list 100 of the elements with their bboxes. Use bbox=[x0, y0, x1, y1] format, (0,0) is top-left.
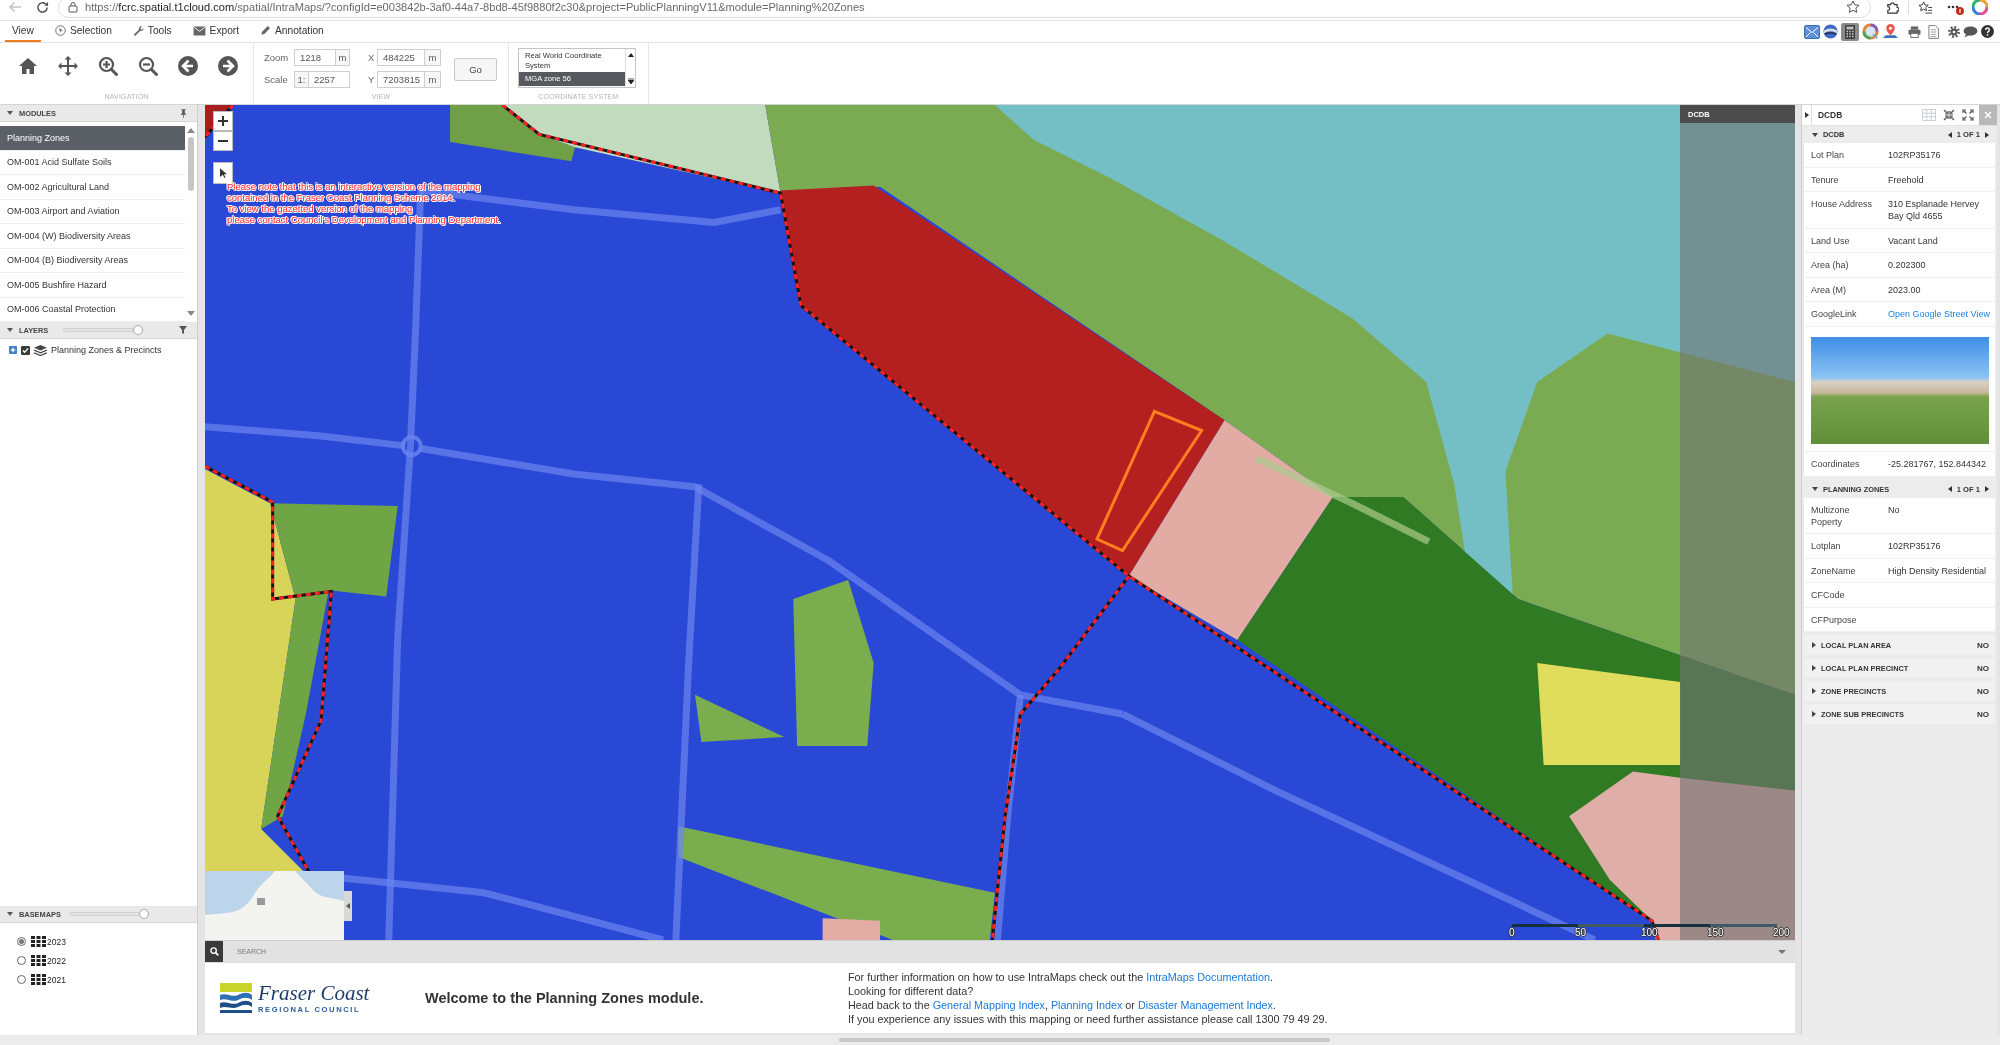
field-name: CFPurpose bbox=[1811, 614, 1857, 625]
move-icon[interactable] bbox=[58, 56, 78, 76]
caret-down-icon[interactable] bbox=[7, 328, 13, 332]
shrink-icon[interactable] bbox=[1943, 109, 1955, 121]
section-value: NO bbox=[1977, 686, 1989, 696]
module-item[interactable]: OM-004 (B) Biodiversity Areas bbox=[0, 248, 185, 273]
lock-icon[interactable] bbox=[68, 1, 78, 13]
opacity-slider[interactable] bbox=[63, 325, 143, 335]
caret-left-icon[interactable] bbox=[1947, 486, 1952, 492]
help-icon[interactable] bbox=[1981, 25, 1994, 38]
puzzle-icon[interactable] bbox=[1886, 0, 1899, 14]
favorites-icon[interactable] bbox=[1918, 0, 1933, 14]
caret-left-icon[interactable] bbox=[1947, 131, 1952, 138]
collapse-button[interactable] bbox=[344, 890, 352, 921]
scale-prefix: 1: bbox=[294, 71, 308, 88]
basemap-label[interactable]: 2022 bbox=[47, 955, 66, 966]
zoom-in-button[interactable] bbox=[213, 111, 233, 131]
radio-button[interactable] bbox=[17, 975, 26, 984]
opacity-slider[interactable] bbox=[69, 909, 149, 919]
menu-tab[interactable]: Tools bbox=[125, 21, 179, 42]
scroll-up-icon[interactable] bbox=[627, 53, 634, 57]
checkbox[interactable] bbox=[21, 345, 30, 355]
star-icon[interactable] bbox=[1846, 0, 1860, 14]
field-value: 0.202300 bbox=[1888, 260, 1926, 270]
settings-icon[interactable] bbox=[1948, 25, 1960, 38]
expand-icon[interactable] bbox=[9, 346, 17, 354]
info-text: Head back to the General Mapping Index, Planning Index or Disaster Management Index. bbox=[848, 999, 1276, 1012]
info-link[interactable]: General Mapping Index bbox=[932, 999, 1045, 1012]
module-item[interactable]: OM-004 (W) Biodiversity Areas bbox=[0, 224, 185, 249]
pin-icon[interactable] bbox=[180, 108, 187, 118]
info-text: Looking for different data? bbox=[848, 984, 974, 997]
caret-right-icon[interactable] bbox=[1985, 486, 1989, 492]
caret-down-icon[interactable] bbox=[7, 111, 13, 115]
zoom-out-button[interactable] bbox=[213, 131, 233, 151]
field-name: Land Use bbox=[1811, 235, 1850, 246]
more-icon[interactable] bbox=[1947, 5, 1959, 9]
menu-tab[interactable]: Export bbox=[185, 21, 247, 42]
slider-thumb[interactable] bbox=[139, 909, 149, 919]
zoom-out-icon[interactable] bbox=[138, 56, 158, 76]
field-name: House Address bbox=[1811, 199, 1873, 209]
x-input[interactable]: 484225 bbox=[377, 49, 425, 66]
grid-icon bbox=[31, 936, 46, 947]
swirl-icon[interactable] bbox=[1972, 0, 1988, 15]
home-icon[interactable] bbox=[18, 56, 38, 76]
back-icon[interactable] bbox=[178, 56, 198, 76]
logo-icon bbox=[220, 983, 252, 1013]
caret-right-icon[interactable] bbox=[1804, 112, 1809, 118]
document-icon[interactable] bbox=[1928, 24, 1939, 39]
field-name: Area (ha) bbox=[1811, 260, 1849, 270]
search-icon[interactable] bbox=[205, 941, 223, 962]
basemap-label[interactable]: 2021 bbox=[47, 974, 66, 985]
scale-label: 50 bbox=[1575, 927, 1587, 939]
print-icon[interactable] bbox=[1908, 25, 1921, 38]
mail-icon[interactable] bbox=[1804, 23, 1820, 40]
layer-label[interactable]: Planning Zones & Precincts bbox=[51, 345, 162, 355]
module-item[interactable]: OM-002 Agricultural Land bbox=[0, 175, 185, 200]
reload-icon[interactable] bbox=[36, 0, 49, 14]
notification-dot-icon bbox=[1956, 6, 1964, 15]
scroll-down-icon[interactable] bbox=[627, 78, 634, 84]
go-button[interactable]: Go bbox=[454, 58, 497, 81]
scrollbar-thumb[interactable] bbox=[188, 137, 194, 191]
filter-icon[interactable] bbox=[179, 326, 187, 334]
scale-input[interactable]: 2257 bbox=[308, 71, 350, 88]
module-item[interactable]: OM-003 Airport and Aviation bbox=[0, 199, 185, 224]
calculator-icon[interactable] bbox=[1841, 22, 1859, 41]
expand-arrows-icon[interactable] bbox=[1962, 109, 1974, 121]
forward-icon[interactable] bbox=[218, 56, 238, 76]
caret-right-icon[interactable] bbox=[1985, 131, 1989, 138]
slider-thumb[interactable] bbox=[133, 325, 143, 335]
selected-lot-outline[interactable] bbox=[1095, 409, 1204, 553]
plus-icon bbox=[218, 116, 228, 126]
radio-button[interactable] bbox=[17, 937, 26, 946]
menu-tab[interactable]: Selection bbox=[47, 21, 119, 42]
field-value: High Density Residential bbox=[1888, 565, 1987, 576]
radio-button[interactable] bbox=[17, 956, 26, 965]
field-label: X bbox=[368, 52, 376, 63]
caret-down-icon[interactable] bbox=[7, 912, 13, 916]
scrollbar-thumb[interactable] bbox=[839, 1038, 1330, 1042]
street-view-link[interactable]: Open Google Street View bbox=[1888, 309, 1990, 319]
menu-tab[interactable]: Annotation bbox=[253, 21, 331, 42]
chat-icon[interactable] bbox=[1963, 25, 1978, 38]
map-pin-icon[interactable] bbox=[1882, 23, 1899, 40]
field-name: ZoneName bbox=[1811, 565, 1856, 576]
zoom-in-icon[interactable] bbox=[98, 56, 118, 76]
module-item[interactable]: OM-005 Bushfire Hazard bbox=[0, 273, 185, 298]
zoom-input[interactable]: 1218 bbox=[294, 49, 336, 66]
info-link[interactable]: Planning Index bbox=[1050, 999, 1123, 1012]
select-tool-button[interactable] bbox=[213, 162, 233, 184]
info-link[interactable]: Disaster Management Index bbox=[1137, 999, 1273, 1012]
y-input[interactable]: 7203815 bbox=[377, 71, 425, 88]
info-link[interactable]: IntraMaps Documentation bbox=[1146, 970, 1270, 983]
basemap-label[interactable]: 2023 bbox=[47, 936, 66, 947]
module-item[interactable]: OM-001 Acid Sulfate Soils bbox=[0, 150, 185, 175]
ring-icon[interactable] bbox=[1862, 23, 1879, 40]
field-value: 2023.00 bbox=[1888, 284, 1921, 295]
globe-icon[interactable] bbox=[1823, 24, 1838, 39]
caret-down-icon[interactable] bbox=[1778, 949, 1786, 954]
field-value: Freehold bbox=[1888, 174, 1924, 185]
module-item[interactable]: Planning Zones bbox=[0, 126, 185, 151]
grid-icon bbox=[31, 955, 46, 966]
